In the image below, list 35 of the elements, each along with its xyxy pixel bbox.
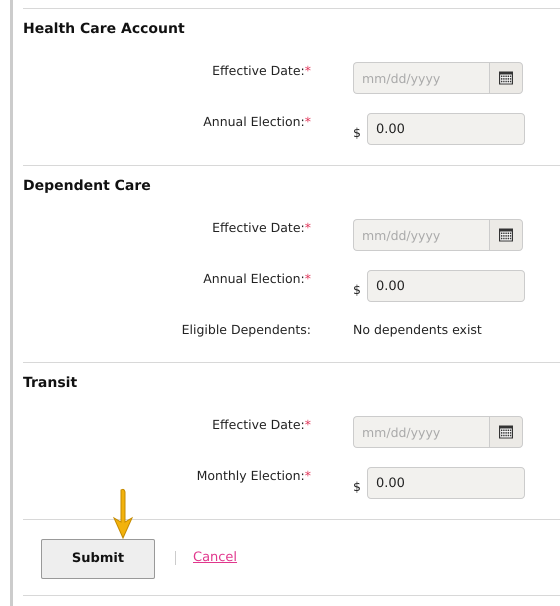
calendar-icon [498,424,514,440]
calendar-button[interactable] [489,219,523,251]
amount-field[interactable]: 0.00 [367,113,525,145]
required-mark: * [304,114,311,129]
required-mark: * [304,63,311,78]
date-field[interactable]: mm/dd/yyyy [353,62,489,94]
calendar-button[interactable] [489,416,523,448]
cancel-link[interactable]: Cancel [193,550,238,565]
arrow-drawing [111,488,135,540]
field-label: Effective Date: [212,417,305,432]
field-value: No dependents exist [353,321,482,339]
field-label: Effective Date: [212,63,305,78]
field-label: Eligible Dependents: [182,322,311,337]
date-field[interactable]: mm/dd/yyyy [353,219,489,251]
required-mark: * [304,417,311,432]
amount-field[interactable]: 0.00 [367,467,525,499]
required-mark: * [304,220,311,235]
currency-symbol: $ [353,282,362,296]
calendar-icon [498,227,514,243]
calendar-button[interactable] [489,62,523,94]
section-title: Health Care Account [23,20,186,39]
section-title: Transit [23,374,78,393]
amount-field[interactable]: 0.00 [367,270,525,302]
field-label: Annual Election: [203,114,305,129]
field-label: Annual Election: [203,271,305,286]
calendar-icon [498,70,514,86]
section-title: Dependent Care [23,177,152,196]
currency-symbol: $ [353,478,362,494]
required-mark: * [304,468,311,483]
required-mark: * [304,271,311,286]
currency-symbol: $ [353,124,362,140]
field-label: Effective Date: [212,220,305,235]
submit-button[interactable]: Submit [41,538,155,578]
field-label: Monthly Election: [196,468,305,483]
date-field[interactable]: mm/dd/yyyy [353,416,489,448]
